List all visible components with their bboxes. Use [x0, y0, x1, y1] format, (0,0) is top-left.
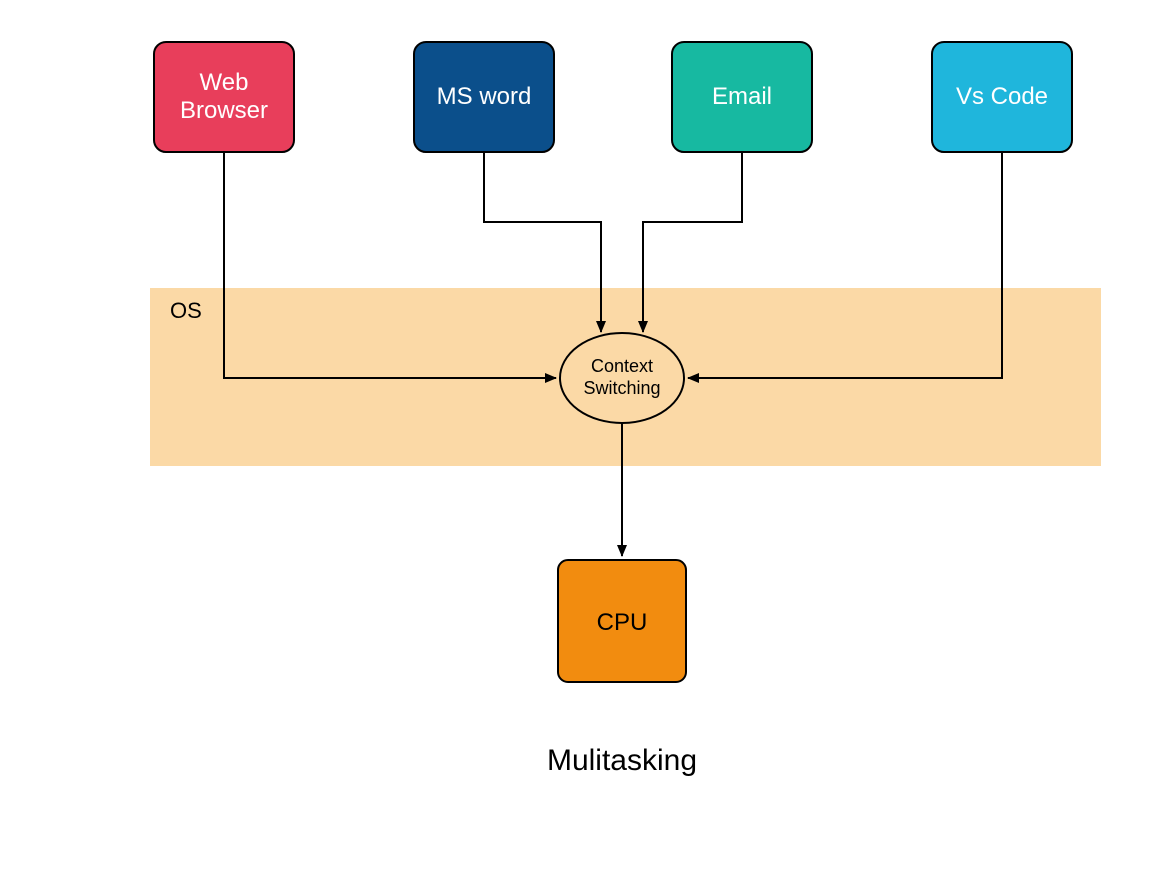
app-web-browser-label2: Browser: [180, 97, 268, 124]
app-ms-word-label: MS word: [437, 83, 532, 110]
app-ms-word: MS word: [414, 42, 554, 152]
diagram-caption: Mulitasking: [547, 744, 697, 777]
app-web-browser: Web Browser: [154, 42, 294, 152]
app-email: Email: [672, 42, 812, 152]
app-web-browser-label1: Web: [200, 69, 249, 96]
app-vs-code-label: Vs Code: [956, 83, 1048, 110]
os-label: OS: [170, 298, 202, 323]
app-email-label: Email: [712, 83, 772, 110]
context-switching-label1: Context: [591, 356, 653, 376]
context-switching-label2: Switching: [583, 378, 660, 398]
multitasking-diagram: OS Web Browser MS word Email Vs Code Con…: [0, 0, 1166, 880]
app-vs-code: Vs Code: [932, 42, 1072, 152]
cpu-box: CPU: [558, 560, 686, 682]
cpu-label: CPU: [597, 609, 648, 636]
